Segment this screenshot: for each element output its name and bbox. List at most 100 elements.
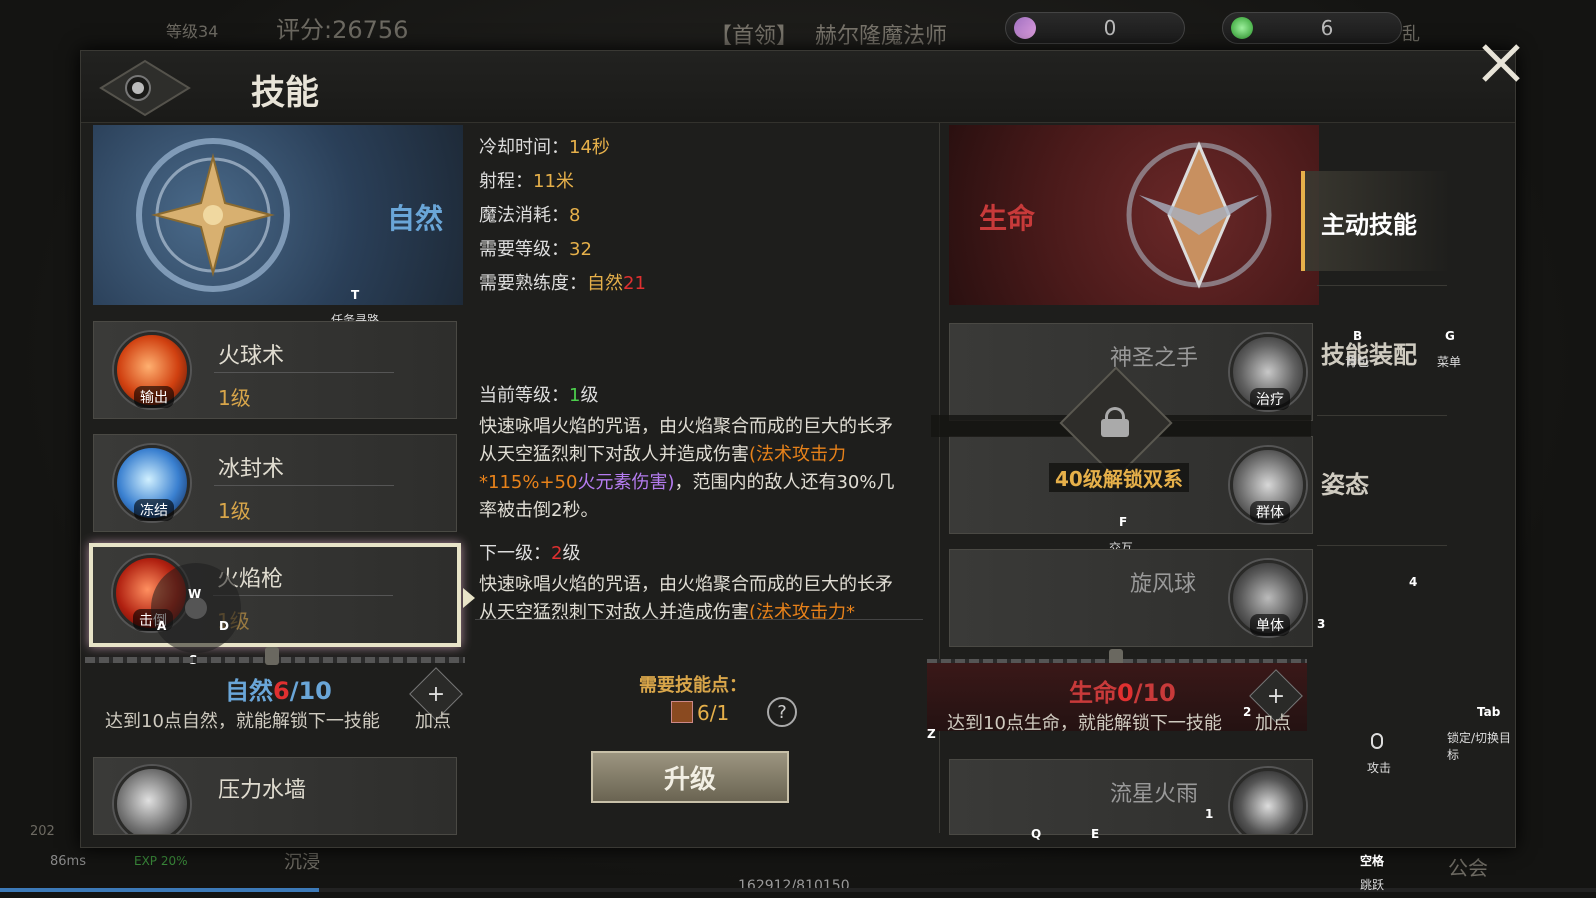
skill-name: 压力水墙: [218, 778, 307, 803]
next-level-row: 下一级：2级: [479, 537, 580, 571]
divider: [214, 485, 394, 486]
skill-name: 冰封术: [218, 457, 285, 482]
skill-panel: 技能 自然 T 任务寻路 输出 火球术 1级 冻结 冰封术 1级 击倒 火焰枪 …: [80, 50, 1516, 848]
hotkey-f: F: [1119, 515, 1128, 529]
skill-card-whirlwind[interactable]: 旋风球 单体: [949, 549, 1313, 647]
attack-label: 攻击: [1367, 761, 1392, 775]
exp-bar: [0, 888, 1596, 892]
green-gem-icon: [1231, 17, 1253, 39]
hotkey-g: G: [1445, 329, 1455, 343]
currency-b-pill: 6: [1222, 12, 1402, 44]
nature-school-name: 自然: [387, 202, 444, 235]
emblem-icon: [99, 59, 191, 117]
boss-name[interactable]: 赫尔隆魔法师: [815, 18, 947, 50]
hotkey-1: 1: [1205, 807, 1214, 821]
skill-name: 神圣之手: [1110, 346, 1199, 371]
mana-label: 魔法消耗：: [479, 205, 569, 226]
hotkey-space: 空格: [1360, 854, 1385, 868]
range-value: 11米: [533, 171, 574, 192]
hotkey-4: 4: [1409, 575, 1418, 589]
current-level-row: 当前等级：1级: [479, 379, 598, 413]
hotkey-z: Z: [927, 727, 936, 741]
tab-divider: [1317, 285, 1447, 286]
next-desc-formula: (法术攻击力*: [749, 602, 856, 619]
question-icon[interactable]: ?: [767, 697, 797, 727]
skill-level: 1级: [218, 386, 251, 410]
nature-points-current: 6: [273, 677, 290, 705]
skill-name: 流星火雨: [1110, 782, 1199, 807]
next-level-unit: 级: [562, 543, 581, 564]
exp-text: EXP 20%: [134, 854, 188, 868]
life-school-name: 生命: [979, 202, 1036, 235]
currency-a-value: 0: [1103, 16, 1117, 40]
next-desc-line1: 快速咏唱火焰的咒语，由火焰聚合而成的巨大的长: [479, 574, 875, 595]
upgrade-button[interactable]: 升级: [591, 751, 789, 803]
range-row: 射程：11米: [479, 165, 646, 199]
skill-tag: 群体: [1250, 501, 1290, 523]
desc-element: 火元素伤害): [577, 472, 675, 493]
dual-school-lock-text: 40级解锁双系: [1049, 463, 1189, 492]
side-mark: 乱: [1402, 24, 1420, 45]
meteor-icon: [1230, 768, 1306, 834]
hotkey-3: 3: [1317, 617, 1326, 631]
hotkey-b: B: [1353, 329, 1363, 343]
skill-card-water-wall[interactable]: 压力水墙: [93, 757, 457, 835]
feather-icon: [1014, 17, 1036, 39]
panel-title: 技能: [251, 73, 319, 113]
hotkey-e: E: [1091, 827, 1100, 841]
req-prof-row: 需要熟练度：自然21: [479, 267, 646, 301]
nature-add-label[interactable]: 加点: [415, 707, 451, 733]
skill-name: 旋风球: [1130, 572, 1197, 597]
hotkey-g-label: 菜单: [1437, 355, 1462, 369]
hotkey-tab: Tab: [1477, 705, 1501, 719]
life-points-current: 0: [1117, 679, 1134, 707]
hotkey-b-label: 背包: [1345, 355, 1370, 369]
skill-card-meteor[interactable]: 流星火雨: [949, 759, 1313, 835]
life-points: 生命0/10: [1069, 673, 1176, 708]
need-points-label: 需要技能点：: [639, 675, 747, 696]
boss-label: 【首领】: [710, 24, 799, 49]
life-points-max: /10: [1133, 679, 1176, 707]
req-prof-label: 需要熟练度：: [479, 273, 587, 294]
ping-text: 86ms: [50, 854, 86, 869]
detail-divider: [475, 619, 923, 620]
life-add-label[interactable]: 加点: [1255, 709, 1291, 735]
current-level-value: 1: [569, 385, 581, 406]
cooldown-row: 冷却时间：14秒: [479, 131, 646, 165]
immerse-label[interactable]: 沉浸: [284, 848, 320, 874]
skill-card-flame-lance[interactable]: 击倒 火焰枪 1级: [89, 543, 461, 647]
skill-tag: 输出: [134, 386, 174, 408]
nature-points-max: /10: [289, 677, 332, 705]
tab-divider: [1317, 415, 1447, 416]
guild-button[interactable]: 公会: [1448, 852, 1488, 881]
tab-stance[interactable]: 姿态: [1321, 465, 1369, 500]
cooldown-value: 14秒: [569, 137, 610, 158]
req-prof-school: 自然: [587, 273, 623, 294]
next-level-label: 下一级：: [479, 543, 551, 564]
nature-school-banner: 自然: [93, 125, 463, 305]
life-school-label: 生命: [1069, 679, 1117, 707]
close-button[interactable]: [1478, 40, 1524, 86]
hotkey-d: D: [219, 619, 229, 633]
hotkey-tab-label: 锁定/切换目标: [1447, 731, 1512, 762]
divider: [214, 372, 394, 373]
skill-tag: 治疗: [1250, 388, 1290, 410]
skill-name: 火球术: [218, 344, 285, 369]
current-description: 快速咏唱火焰的咒语，由火焰聚合而成的巨大的长矛从天空猛烈刺下对敌人并造成伤害(法…: [479, 413, 909, 525]
desc-formula-value: 115%+50: [488, 472, 578, 493]
skill-stats: 冷却时间：14秒 射程：11米 魔法消耗：8 需要等级：32 需要熟练度：自然2…: [479, 131, 646, 301]
chain-lock-icon: [265, 647, 279, 665]
life-unlock-hint: 达到10点生命，就能解锁下一技能: [947, 713, 1222, 734]
tab-active-skills[interactable]: 主动技能: [1321, 205, 1417, 240]
nature-school-label: 自然: [225, 677, 273, 705]
skill-book-icon: [671, 701, 693, 723]
close-icon: [1482, 44, 1520, 82]
skill-card-ice[interactable]: 冻结 冰封术 1级: [93, 434, 457, 532]
hotkey-a: A: [157, 619, 167, 633]
hotkey-t: T: [351, 288, 360, 302]
skill-card-fireball[interactable]: 输出 火球术 1级: [93, 321, 457, 419]
range-label: 射程：: [479, 171, 533, 192]
nature-emblem-icon: [136, 138, 290, 292]
req-level-row: 需要等级：32: [479, 233, 646, 267]
next-level-value: 2: [551, 543, 563, 564]
